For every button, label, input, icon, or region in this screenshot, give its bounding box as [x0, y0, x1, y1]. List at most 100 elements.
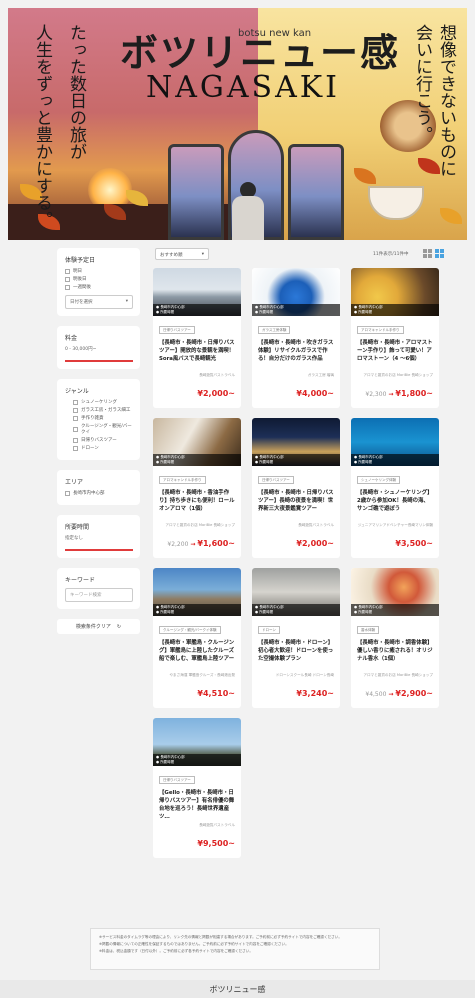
experience-card[interactable]: ● 長崎市内中心部 ● 所要時間 日帰りバスツアー 【長崎市・長崎市・日帰りバスツアー…	[153, 268, 241, 408]
card-title[interactable]: 【長崎市・長崎市・日帰りバスツアー】長崎の夜景を満喫！世界新三大夜景鑑賞ツアー	[258, 489, 334, 521]
card-photo[interactable]: ● 長崎市内中心部 ● 所要時間	[153, 418, 241, 466]
genre-option[interactable]: クルージング・観光/バークイ	[65, 423, 133, 435]
card-title[interactable]: 【長崎市・シュノーケリング】2歳から参加OK！長崎の海、サンゴ礁で遊ぼう	[357, 489, 433, 521]
grid-view-icon[interactable]	[435, 249, 444, 258]
clock-icon: ●	[354, 610, 358, 614]
date-select[interactable]: 日付を選択 ▾	[65, 295, 133, 309]
duration-heading: 所要時間	[65, 524, 90, 531]
price-range-slider[interactable]	[65, 360, 133, 362]
card-title[interactable]: 【長崎市・長崎市・香油手作り】持ち歩きにも便利！ロールオンアロマ（1個）	[159, 489, 235, 521]
filter-sidebar: 体験予定日 明日 明後日 一週間後 日付を選択 ▾ 料金 0 - 30,000円~…	[57, 248, 140, 634]
experience-card[interactable]: ● 長崎市内中心部 ● 所要時間 香水体験 【長崎市・長崎市・調香体験】優しい香りに癒…	[351, 568, 439, 708]
sale-price: ¥2,000~	[197, 389, 235, 398]
card-title[interactable]: 【Gello・長崎市・長崎市・日帰りバスツアー】有名俳優の舞台地を巡ろう！長崎世…	[159, 789, 235, 821]
card-photo[interactable]: ● 長崎市内中心部 ● 所要時間	[153, 568, 241, 616]
card-photo[interactable]: ● 長崎市内中心部 ● 所要時間	[153, 718, 241, 766]
card-provider: アロマと雑貨のお店 MoriBie 長崎ショップ	[363, 373, 433, 377]
duration-filter: 所要時間 指定なし	[57, 515, 140, 558]
area-heading: エリア	[65, 479, 84, 486]
experience-card[interactable]: ● 長崎市内中心部 ● 所要時間日帰りバスツアー【長崎市・長崎市・日帰りバスツアー…	[252, 418, 340, 558]
experience-card[interactable]: ● 長崎市内中心部 ● 所要時間日帰りバスツアー【Gello・長崎市・長崎市・日帰…	[153, 718, 241, 858]
clock-icon: ●	[156, 310, 160, 314]
card-meta: ● 長崎市内中心部 ● 所要時間	[153, 604, 241, 616]
card-price: ¥2,200 → ¥1,600~	[167, 539, 235, 548]
card-provider: アロマと雑貨のお店 MoriBie 長崎ショップ	[165, 523, 235, 527]
card-photo[interactable]: ● 長崎市内中心部 ● 所要時間	[252, 268, 340, 316]
refresh-icon: ↻	[116, 623, 122, 630]
tagline-left-2: 人生をずっと豊かにする。	[32, 24, 53, 228]
experience-card[interactable]: ● 長崎市内中心部 ● 所要時間ガラス工房体験【長崎市・長崎市・吹きガラス体験】リ…	[252, 268, 340, 408]
location-pin-icon: ●	[156, 305, 160, 309]
experience-card[interactable]: ● 長崎市内中心部 ● 所要時間 アロマキャンドル手作り 【長崎市・長崎市・アロマスト…	[351, 268, 439, 408]
duration-slider[interactable]	[65, 549, 133, 551]
location-pin-icon: ●	[156, 455, 160, 459]
genre-option[interactable]: 日帰りバスツアー	[65, 437, 133, 443]
card-provider: やまさ海運 軍艦島クルーズ・長崎港出発	[169, 673, 235, 677]
footer-logo[interactable]: ボツリニュー感	[0, 984, 475, 995]
keyword-filter: キーワード キーワード検索	[57, 568, 140, 609]
card-meta: ● 長崎市内中心部 ● 所要時間	[351, 604, 439, 616]
date-filter: 体験予定日 明日 明後日 一週間後 日付を選択 ▾	[57, 248, 140, 316]
experience-card[interactable]: ● 長崎市内中心部 ● 所要時間 クルージング・観光/バークイ体験 【長崎市・軍艦島・…	[153, 568, 241, 708]
clear-filters-button[interactable]: 検索条件クリア ↻	[57, 619, 140, 634]
card-title[interactable]: 【長崎市・長崎市・日帰りバスツアー】開放的な景観を満喫！Sora風バスで長崎観光	[159, 339, 235, 371]
tagline-right-2: 会いに行こう。	[412, 24, 433, 143]
sale-price: ¥1,800~	[395, 389, 433, 398]
genre-option[interactable]: 手作り雑貨	[65, 415, 133, 421]
card-title[interactable]: 【長崎市・長崎市・調香体験】優しい香りに癒される！オリジナル香水（1個）	[357, 639, 433, 671]
footer: ボツリニュー感	[0, 980, 475, 998]
tagline-left-1: たった数日の旅が	[66, 24, 87, 160]
experience-card[interactable]: ● 長崎市内中心部 ● 所要時間シュノーケリング体験【長崎市・シュノーケリング】2…	[351, 418, 439, 558]
card-price: ¥4,500 → ¥2,900~	[365, 689, 433, 698]
list-view-icon[interactable]	[423, 249, 432, 258]
card-title[interactable]: 【長崎市・軍艦島・クルージング】軍艦島に上陸したクルーズ船で楽しむ、軍艦島上陸ツ…	[159, 639, 235, 671]
chevron-down-icon: ▾	[125, 299, 128, 304]
card-title[interactable]: 【長崎市・長崎市・ドローン】初心者大歓迎！ドローンを使った空撮体験プラン	[258, 639, 334, 671]
genre-option[interactable]: ガラス工房・ガラス細工	[65, 407, 133, 413]
card-photo[interactable]: ● 長崎市内中心部 ● 所要時間	[252, 568, 340, 616]
location-pin-icon: ●	[156, 755, 160, 759]
card-genre-tag: ドローン	[258, 626, 280, 634]
card-genre-tag: シュノーケリング体験	[357, 476, 400, 484]
date-option[interactable]: 明後日	[65, 276, 133, 282]
card-photo[interactable]: ● 長崎市内中心部 ● 所要時間	[252, 418, 340, 466]
genre-filter: ジャンル シュノーケリング ガラス工房・ガラス細工 手作り雑貨 クルージング・観…	[57, 379, 140, 460]
genre-option[interactable]: シュノーケリング	[65, 399, 133, 405]
price-filter: 料金 0 - 30,000円~	[57, 326, 140, 369]
card-price: ¥2,000~	[197, 389, 235, 398]
genre-option[interactable]: ドローン	[65, 445, 133, 451]
location-pin-icon: ●	[156, 605, 160, 609]
date-option[interactable]: 明日	[65, 268, 133, 274]
sort-select[interactable]: おすすめ順 ▾	[155, 248, 209, 260]
clock-icon: ●	[156, 760, 160, 764]
sale-price: ¥3,500~	[395, 539, 433, 548]
clock-icon: ●	[255, 310, 259, 314]
keyword-input[interactable]: キーワード検索	[65, 588, 133, 602]
card-meta: ● 長崎市内中心部 ● 所要時間	[153, 754, 241, 766]
card-photo[interactable]: ● 長崎市内中心部 ● 所要時間	[351, 268, 439, 316]
card-meta: ● 長崎市内中心部 ● 所要時間	[153, 454, 241, 466]
card-genre-tag: ガラス工房体験	[258, 326, 291, 334]
card-title[interactable]: 【長崎市・長崎市・アロマストーン手作り】飾って可愛い！アロマストーン（4 ～6個…	[357, 339, 433, 371]
card-provider: アロマと雑貨のお店 MoriBie 長崎ショップ	[363, 673, 433, 677]
arrow-right-icon: →	[190, 541, 196, 548]
date-option[interactable]: 一週間後	[65, 284, 133, 290]
card-title[interactable]: 【長崎市・長崎市・吹きガラス体験】リサイクルガラスで作る！自分だけのガラス作品	[258, 339, 334, 371]
hero-banner: ボツリニュー感 botsu new kan NAGASAKI たった数日の旅が …	[8, 8, 467, 240]
card-meta: ● 長崎市内中心部 ● 所要時間	[351, 454, 439, 466]
card-photo[interactable]: ● 長崎市内中心部 ● 所要時間	[153, 268, 241, 316]
experience-card[interactable]: ● 長崎市内中心部 ● 所要時間ドローン【長崎市・長崎市・ドローン】初心者大歓迎！…	[252, 568, 340, 708]
clock-icon: ●	[354, 310, 358, 314]
card-photo[interactable]: ● 長崎市内中心部 ● 所要時間	[351, 418, 439, 466]
area-option[interactable]: 長崎市内中心部	[65, 490, 133, 496]
date-heading: 体験予定日	[65, 257, 96, 264]
experience-card[interactable]: ● 長崎市内中心部 ● 所要時間 アロマキャンドル手作り 【長崎市・長崎市・香油手作り…	[153, 418, 241, 558]
location-pin-icon: ●	[255, 455, 259, 459]
genre-heading: ジャンル	[65, 388, 89, 395]
card-provider: 長崎遊覧バストラベル	[199, 373, 235, 377]
result-count: 11件表示/11件中	[373, 252, 409, 257]
card-photo[interactable]: ● 長崎市内中心部 ● 所要時間	[351, 568, 439, 616]
card-genre-tag: 日帰りバスツアー	[258, 476, 294, 484]
card-genre-tag: 日帰りバスツアー	[159, 776, 195, 784]
traveler-figure	[228, 182, 268, 240]
